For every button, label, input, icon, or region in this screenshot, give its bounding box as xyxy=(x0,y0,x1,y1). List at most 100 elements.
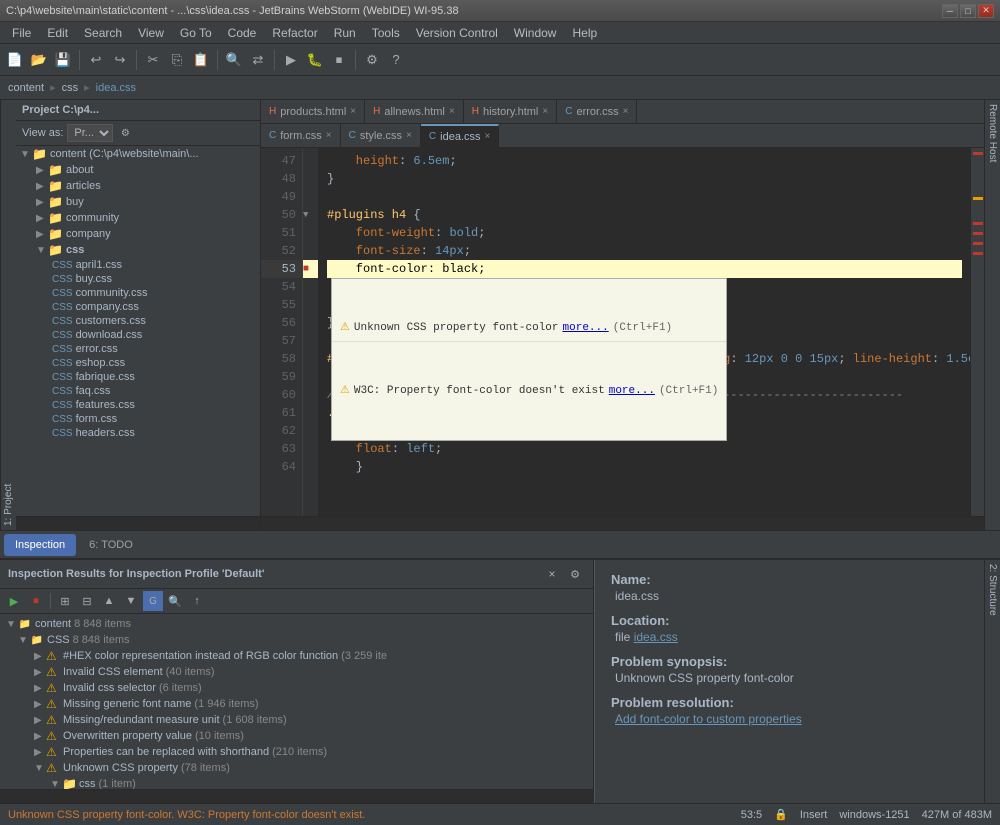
prev-btn[interactable]: ▲ xyxy=(99,591,119,611)
tooltip-row-unknown[interactable]: ⚠ Unknown CSS property font-color more..… xyxy=(332,315,726,342)
menu-item-version-control[interactable]: Version Control xyxy=(408,22,506,43)
menu-item-tools[interactable]: Tools xyxy=(364,22,408,43)
ins-item-invalid-css[interactable]: ▶ ⚠ Invalid CSS element (40 items) xyxy=(2,664,591,680)
project-panel-label[interactable]: 1: Project xyxy=(0,100,16,530)
next-btn[interactable]: ▼ xyxy=(121,591,141,611)
menu-item-go-to[interactable]: Go To xyxy=(172,22,220,43)
tab-close-button[interactable]: × xyxy=(485,131,491,142)
tree-item-features-css[interactable]: CSS features.css xyxy=(16,398,260,412)
menu-item-search[interactable]: Search xyxy=(76,22,130,43)
tree-item-buy[interactable]: ▶ 📁 buy xyxy=(16,194,260,210)
tab-idea-css[interactable]: C idea.css × xyxy=(421,124,499,147)
tree-root-content[interactable]: ▼ 📁 content (C:\p4\website\main\... xyxy=(16,146,260,162)
replace-button[interactable]: ⇄ xyxy=(247,49,269,71)
tab-inspection[interactable]: Inspection xyxy=(4,534,76,556)
menu-item-window[interactable]: Window xyxy=(506,22,565,43)
tree-item-buy-css[interactable]: CSS buy.css xyxy=(16,272,260,286)
tree-item-community-css[interactable]: CSS community.css xyxy=(16,286,260,300)
run-inspection-btn[interactable]: ▶ xyxy=(4,591,24,611)
tab-history-html[interactable]: H history.html × xyxy=(464,100,558,123)
stop-inspection-btn[interactable]: ⏹ xyxy=(26,591,46,611)
ins-item-shorthand[interactable]: ▶ ⚠ Properties can be replaced with shor… xyxy=(2,744,591,760)
redo-button[interactable]: ↪ xyxy=(109,49,131,71)
tab-close-button[interactable]: × xyxy=(542,106,548,117)
tab-close-button[interactable]: × xyxy=(326,130,332,141)
tree-item-css[interactable]: ▼ 📁 css xyxy=(16,242,260,258)
copy-button[interactable]: ⎘ xyxy=(166,49,188,71)
tab-todo[interactable]: 6: TODO xyxy=(78,534,144,556)
menu-item-refactor[interactable]: Refactor xyxy=(264,22,325,43)
menu-item-file[interactable]: File xyxy=(4,22,39,43)
export-btn[interactable]: ↑ xyxy=(187,591,207,611)
stop-button[interactable]: ⏹ xyxy=(328,49,350,71)
tree-item-error-css[interactable]: CSS error.css xyxy=(16,342,260,356)
group-btn[interactable]: G xyxy=(143,591,163,611)
tab-close-button[interactable]: × xyxy=(350,106,356,117)
open-button[interactable]: 📂 xyxy=(28,49,50,71)
menu-item-view[interactable]: View xyxy=(130,22,172,43)
save-button[interactable]: 💾 xyxy=(52,49,74,71)
breadcrumb-idea-css[interactable]: idea.css xyxy=(96,82,136,94)
detail-resolution-link[interactable]: Add font-color to custom properties xyxy=(615,712,802,726)
breadcrumb-css[interactable]: css xyxy=(62,82,79,94)
ins-close-btn[interactable]: × xyxy=(542,564,562,584)
menu-item-run[interactable]: Run xyxy=(326,22,364,43)
tree-item-articles[interactable]: ▶ 📁 articles xyxy=(16,178,260,194)
new-file-button[interactable]: 📄 xyxy=(4,49,26,71)
tab-close-button[interactable]: × xyxy=(406,130,412,141)
sidebar-settings-button[interactable]: ⚙ xyxy=(117,125,133,141)
gutter-error-4[interactable] xyxy=(973,242,983,245)
editor-hscroll[interactable] xyxy=(261,516,984,530)
tab-style-css[interactable]: C style.css × xyxy=(341,124,421,147)
tab-allnews-html[interactable]: H allnews.html × xyxy=(365,100,464,123)
breadcrumb-content[interactable]: content xyxy=(8,82,44,94)
ins-item-hex[interactable]: ▶ ⚠ #HEX color representation instead of… xyxy=(2,648,591,664)
ins-item-overwritten[interactable]: ▶ ⚠ Overwritten property value (10 items… xyxy=(2,728,591,744)
tree-item-headers-css[interactable]: CSS headers.css xyxy=(16,426,260,440)
tab-close-button[interactable]: × xyxy=(449,106,455,117)
remote-host-label[interactable]: Remote Host xyxy=(984,100,1000,530)
tree-item-community[interactable]: ▶ 📁 community xyxy=(16,210,260,226)
help-button[interactable]: ? xyxy=(385,49,407,71)
tree-item-company-css[interactable]: CSS company.css xyxy=(16,300,260,314)
cut-button[interactable]: ✂ xyxy=(142,49,164,71)
tree-item-customers-css[interactable]: CSS customers.css xyxy=(16,314,260,328)
filter-btn[interactable]: 🔍 xyxy=(165,591,185,611)
detail-location-link[interactable]: idea.css xyxy=(634,630,678,644)
code-editor[interactable]: 47 48 49 50 51 52 53 54 55 56 57 58 59 6… xyxy=(261,148,984,516)
tree-item-faq-css[interactable]: CSS faq.css xyxy=(16,384,260,398)
code-content[interactable]: height: 6.5em; } #plugins h4 { font-weig… xyxy=(319,148,970,516)
gutter-warning-marker[interactable] xyxy=(973,197,983,200)
tree-item-about[interactable]: ▶ 📁 about xyxy=(16,162,260,178)
ins-item-invalid-selector[interactable]: ▶ ⚠ Invalid css selector (6 items) xyxy=(2,680,591,696)
menu-item-code[interactable]: Code xyxy=(220,22,265,43)
menu-item-help[interactable]: Help xyxy=(564,22,605,43)
gutter-error-marker[interactable] xyxy=(973,152,983,155)
ins-item-css-folder[interactable]: ▼ 📁 css (1 item) xyxy=(2,776,591,789)
undo-button[interactable]: ↩ xyxy=(85,49,107,71)
tree-item-form-css[interactable]: CSS form.css xyxy=(16,412,260,426)
tooltip-row-w3c[interactable]: ⚠ W3C: Property font-color doesn't exist… xyxy=(332,378,726,404)
tooltip-link-2[interactable]: more... xyxy=(609,382,655,400)
tree-item-eshop-css[interactable]: CSS eshop.css xyxy=(16,356,260,370)
run-button[interactable]: ▶ xyxy=(280,49,302,71)
paste-button[interactable]: 📋 xyxy=(190,49,212,71)
tab-error-css[interactable]: C error.css × xyxy=(557,100,637,123)
ins-item-measure[interactable]: ▶ ⚠ Missing/redundant measure unit (1 60… xyxy=(2,712,591,728)
structure-panel-label[interactable]: 2: Structure xyxy=(984,560,1000,803)
view-mode-select[interactable]: Pr... xyxy=(67,124,113,142)
menu-item-edit[interactable]: Edit xyxy=(39,22,76,43)
maximize-button[interactable]: □ xyxy=(960,4,976,18)
ins-item-css[interactable]: ▼ 📁 CSS 8 848 items xyxy=(2,632,591,648)
ins-item-font-name[interactable]: ▶ ⚠ Missing generic font name (1 946 ite… xyxy=(2,696,591,712)
gutter-error-3[interactable] xyxy=(973,232,983,235)
inspection-hscroll[interactable] xyxy=(0,789,593,803)
close-button[interactable]: ✕ xyxy=(978,4,994,18)
collapse-all-btn[interactable]: ⊟ xyxy=(77,591,97,611)
sidebar-hscroll[interactable] xyxy=(16,516,260,530)
gutter-error-5[interactable] xyxy=(973,252,983,255)
ins-item-content[interactable]: ▼ 📁 content 8 848 items xyxy=(2,616,591,632)
settings-button[interactable]: ⚙ xyxy=(361,49,383,71)
minimize-button[interactable]: ─ xyxy=(942,4,958,18)
ins-settings-btn[interactable]: ⚙ xyxy=(565,564,585,584)
